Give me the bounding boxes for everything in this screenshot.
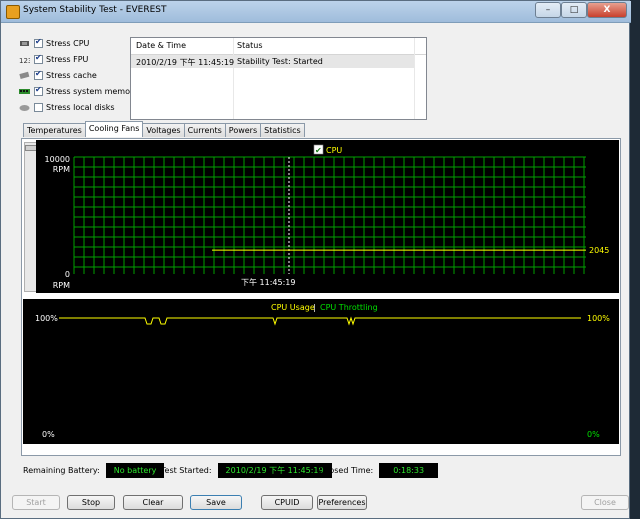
legend-separator: |	[313, 303, 316, 312]
cache-icon	[19, 71, 30, 79]
start-button[interactable]: Start	[12, 495, 60, 510]
log-header-status[interactable]: Status	[237, 41, 263, 50]
fpu-icon: 123	[19, 57, 30, 64]
cpu-left-top: 100%	[35, 314, 58, 323]
minimize-button[interactable]: –	[535, 2, 561, 18]
tab-temperatures[interactable]: Temperatures	[23, 123, 86, 137]
stress-memory-checkbox[interactable]	[34, 85, 43, 96]
fan-speed-plot: ✔ CPU 10000 RPM 0 RPM 下午 11:45:19 2045	[45, 144, 609, 290]
stress-cpu-label: Stress CPU	[46, 38, 90, 48]
event-log-list[interactable]: Date & Time Status 2010/2/19 下午 11:45:19…	[130, 37, 427, 120]
stress-memory-label: Stress system memory	[46, 86, 139, 96]
cpu-icon	[20, 40, 29, 46]
cpuid-button[interactable]: CPUID	[261, 495, 313, 510]
preferences-button[interactable]: Preferences	[317, 495, 367, 510]
fan-speed-chart: ✔ CPU 10000 RPM 0 RPM 下午 11:45:19 2045	[36, 140, 619, 293]
log-row-status: Stability Test: Started	[237, 57, 323, 66]
cpu-throttling-legend: CPU Throttling	[320, 303, 378, 312]
stress-fpu-checkbox[interactable]	[34, 53, 43, 64]
fan-time-label: 下午 11:45:19	[241, 277, 295, 287]
battery-value: No battery	[105, 462, 165, 478]
log-column-divider	[233, 38, 234, 119]
stress-cpu-option[interactable]: Stress CPU	[19, 36, 89, 50]
tab-voltages[interactable]: Voltages	[142, 123, 185, 137]
log-header: Date & Time Status	[131, 38, 426, 55]
cpu-usage-chart: CPU Usage | CPU Throttling 100% 0% 100% …	[23, 299, 619, 444]
stress-disks-label: Stress local disks	[46, 102, 115, 112]
stress-memory-option[interactable]: Stress system memory	[19, 84, 138, 98]
fan-y-unit-top: RPM	[53, 165, 70, 174]
log-row[interactable]: 2010/2/19 下午 11:45:19 Stability Test: St…	[131, 55, 414, 68]
app-flame-icon	[6, 5, 20, 19]
close-button[interactable]: Close	[581, 495, 629, 510]
test-started-status: Test Started: 2010/2/19 下午 11:45:19	[161, 461, 332, 479]
memory-icon	[19, 88, 30, 94]
log-header-datetime[interactable]: Date & Time	[136, 41, 186, 50]
tab-cooling-fans[interactable]: Cooling Fans	[84, 121, 144, 137]
fan-y-min: 0	[65, 270, 70, 279]
cpu-grid	[59, 318, 581, 434]
window-title: System Stability Test - EVEREST	[23, 5, 167, 15]
stress-cache-label: Stress cache	[46, 70, 97, 80]
stress-cpu-checkbox[interactable]	[34, 37, 43, 48]
cpu-left-bottom: 0%	[42, 430, 55, 439]
cpu-right-top: 100%	[587, 314, 610, 323]
elapsed-time-status: Elapsed Time: 0:18:33	[317, 461, 439, 479]
maximize-button[interactable]: □	[561, 2, 587, 18]
svg-text:123: 123	[19, 57, 30, 64]
stress-cache-checkbox[interactable]	[34, 69, 43, 80]
tab-powers[interactable]: Powers	[224, 123, 262, 137]
tab-statistics[interactable]: Statistics	[260, 123, 305, 137]
test-started-value: 2010/2/19 下午 11:45:19	[217, 462, 332, 478]
cpu-usage-plot: CPU Usage | CPU Throttling 100% 0% 100% …	[35, 303, 610, 439]
cpu-usage-legend: CPU Usage	[271, 303, 315, 312]
elapsed-label: Elapsed Time:	[317, 465, 374, 475]
fan-grid	[73, 156, 586, 274]
stress-fpu-option[interactable]: 123 Stress FPU	[19, 52, 88, 66]
desktop-background	[630, 0, 640, 519]
cpu-usage-series-line	[59, 316, 581, 326]
cpu-legend-check-icon: ✔	[315, 146, 322, 155]
clear-button[interactable]: Clear	[123, 495, 183, 510]
log-row-datetime: 2010/2/19 下午 11:45:19	[136, 58, 235, 67]
stop-button[interactable]: Stop	[67, 495, 115, 510]
battery-label: Remaining Battery:	[23, 465, 100, 475]
fan-y-max: 10000	[45, 155, 70, 164]
stress-disks-checkbox[interactable]	[34, 102, 43, 112]
fan-y-unit-bottom: RPM	[53, 281, 70, 290]
cpu-right-bottom: 0%	[587, 430, 600, 439]
fan-legend-cpu: CPU	[326, 146, 342, 155]
log-column-divider	[414, 38, 415, 119]
disk-icon	[19, 104, 30, 111]
close-window-button[interactable]: X	[587, 2, 627, 18]
fan-current-value: 2045	[589, 246, 609, 255]
tab-currents[interactable]: Currents	[183, 123, 226, 137]
stress-cache-option[interactable]: Stress cache	[19, 68, 97, 82]
title-bar[interactable]: System Stability Test - EVEREST – □ X	[1, 1, 631, 23]
save-button[interactable]: Save	[190, 495, 242, 510]
chart-tabs: Temperatures Cooling Fans Voltages Curre…	[23, 121, 305, 138]
test-started-label: Test Started:	[161, 465, 212, 475]
battery-status: Remaining Battery: No battery	[23, 461, 165, 479]
elapsed-value: 0:18:33	[379, 462, 439, 478]
stress-disks-option[interactable]: Stress local disks	[19, 100, 115, 114]
stability-test-window: System Stability Test - EVEREST – □ X St…	[0, 0, 631, 519]
stress-fpu-label: Stress FPU	[46, 54, 89, 64]
